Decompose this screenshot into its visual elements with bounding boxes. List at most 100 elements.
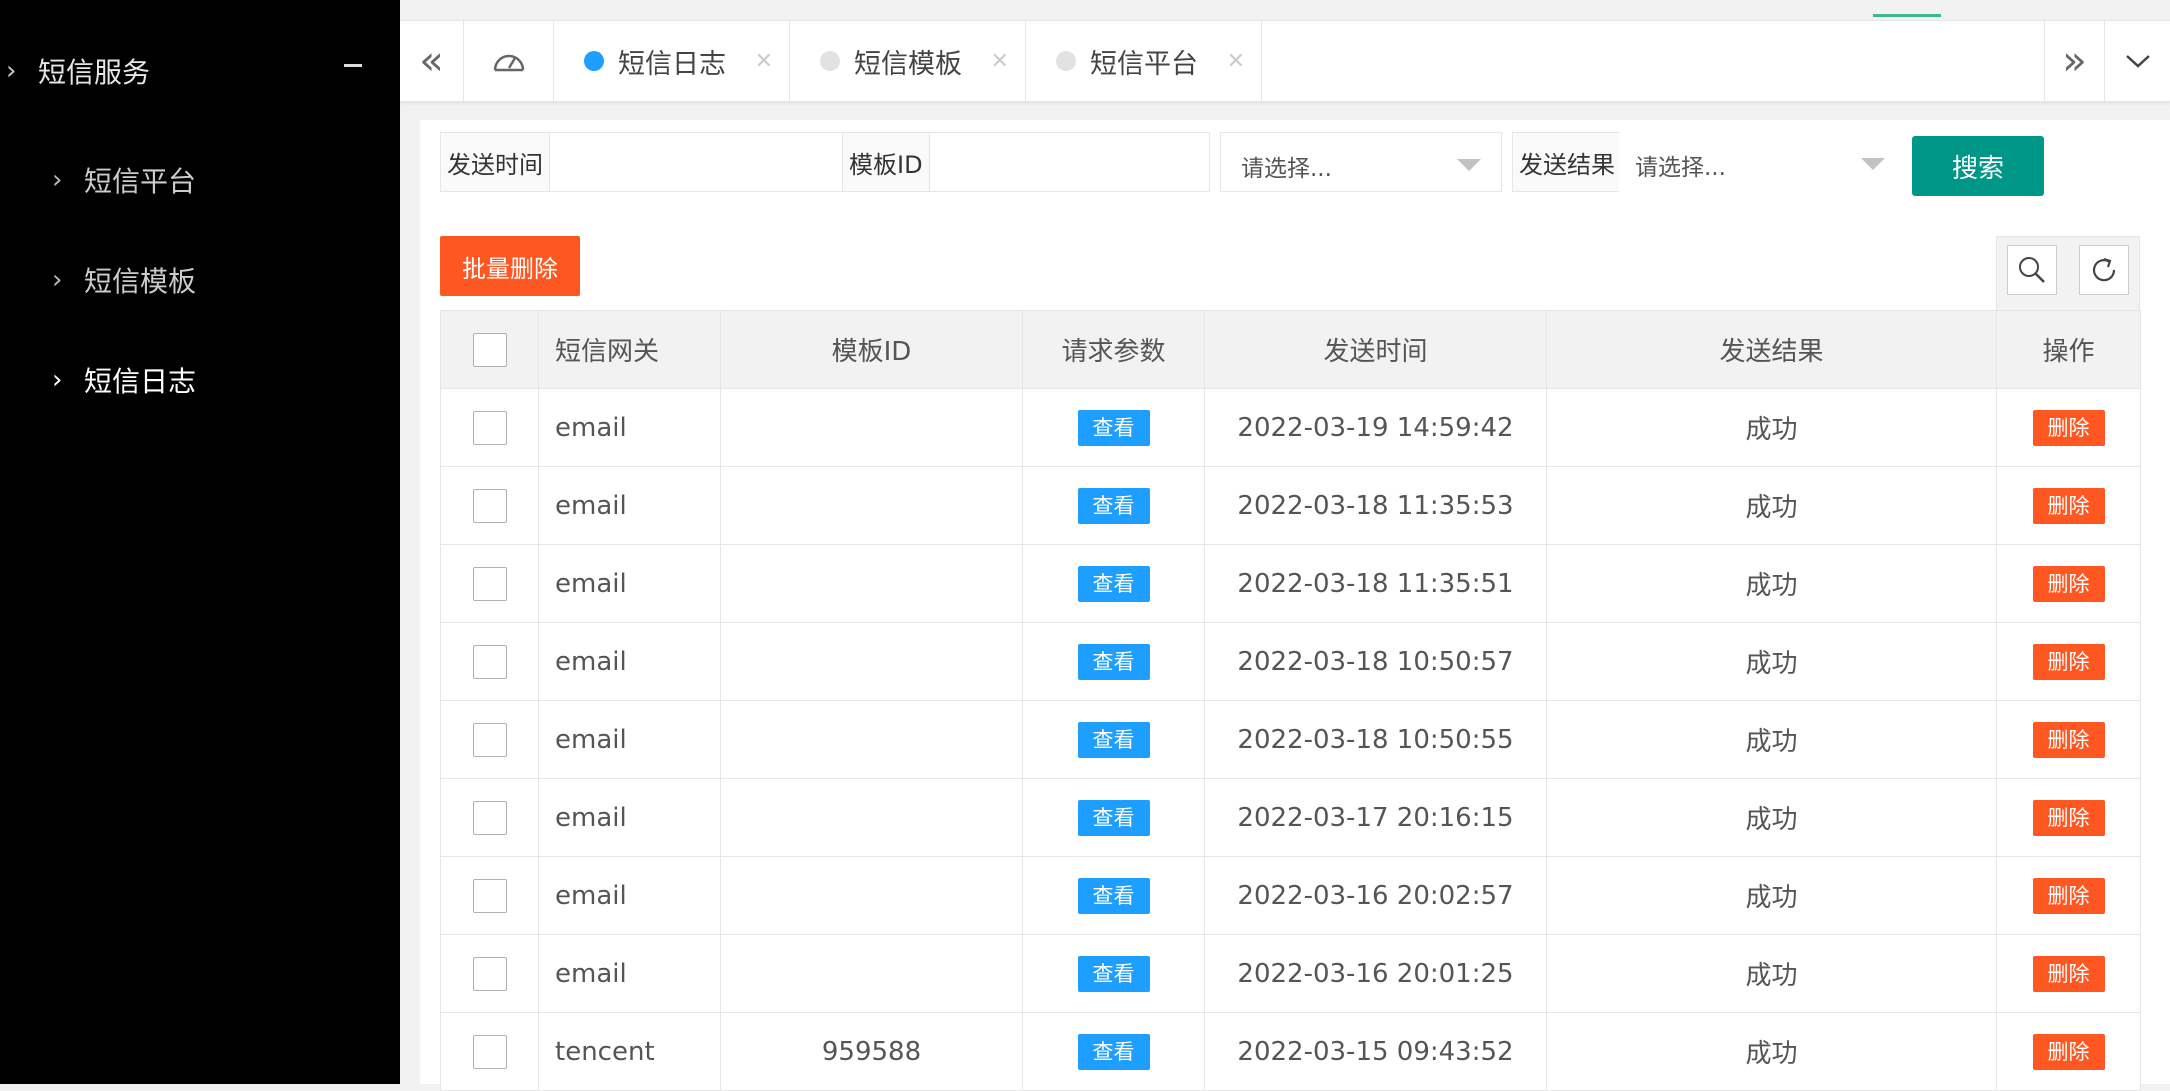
row-checkbox[interactable] [472,1034,507,1069]
tabs-scroll-left-button[interactable]: « [400,21,464,101]
template-id-field: 模板ID [842,132,1210,192]
view-button[interactable]: 查看 [1077,721,1150,758]
send-result-cell: 成功 [1546,778,1997,857]
delete-button[interactable]: 删除 [2032,955,2105,992]
close-icon[interactable]: ✕ [1227,49,1245,74]
double-chevron-right-icon: » [2062,38,2087,84]
row-checkbox[interactable] [472,956,507,991]
view-button[interactable]: 查看 [1077,409,1150,446]
gateway-cell: email [538,466,721,545]
column-header-template-id[interactable]: 模板ID [720,310,1023,389]
search-toggle-button[interactable] [2007,245,2057,295]
sidebar-group-sms-service[interactable]: › 短信服务 [0,40,400,102]
request-params-cell: 查看 [1022,700,1205,779]
template-id-cell [720,778,1023,857]
send-result-cell: 成功 [1546,544,1997,623]
delete-button[interactable]: 删除 [2032,643,2105,680]
select-all-checkbox[interactable] [472,332,507,367]
row-select-cell [440,700,539,779]
column-header-send-result[interactable]: 发送结果 [1546,310,1997,389]
row-checkbox[interactable] [472,488,507,523]
table-row: email 查看 2022-03-16 20:01:25 成功 删除 [440,934,2141,1013]
view-button[interactable]: 查看 [1077,877,1150,914]
table-row: email 查看 2022-03-19 14:59:42 成功 删除 [440,388,2141,467]
select-all-cell [440,310,539,389]
row-checkbox[interactable] [472,644,507,679]
view-button[interactable]: 查看 [1077,955,1150,992]
row-checkbox[interactable] [472,410,507,445]
row-checkbox[interactable] [472,800,507,835]
sidebar-group-label: 短信服务 [38,56,151,89]
row-checkbox[interactable] [472,878,507,913]
table-row: email 查看 2022-03-18 11:35:53 成功 删除 [440,466,2141,545]
dashboard-gauge-icon [493,54,524,72]
template-id-cell: 959588 [720,1012,1023,1091]
send-time-label: 发送时间 [441,133,550,191]
tabs-menu-button[interactable] [2104,21,2170,101]
gateway-cell: email [538,700,721,779]
top-accent-bar [1873,14,1941,17]
view-button[interactable]: 查看 [1077,799,1150,836]
send-time-cell: 2022-03-18 10:50:55 [1204,700,1547,779]
search-icon [2019,257,2045,283]
sidebar-item-sms-log[interactable]: › 短信日志 [0,348,400,412]
table-tools [1996,236,2140,310]
delete-button[interactable]: 删除 [2032,799,2105,836]
tab-sms-platform[interactable]: 短信平台 ✕ [1026,21,1262,101]
tab-status-dot [820,51,840,71]
delete-button[interactable]: 删除 [2032,877,2105,914]
send-time-cell: 2022-03-18 10:50:57 [1204,622,1547,701]
column-header-send-time[interactable]: 发送时间 [1204,310,1547,389]
template-id-input[interactable] [931,133,1209,191]
gateway-cell: email [538,934,721,1013]
actions-cell: 删除 [1996,388,2141,467]
refresh-button[interactable] [2079,245,2129,295]
view-button[interactable]: 查看 [1077,565,1150,602]
chevron-right-icon: › [6,56,17,86]
row-checkbox[interactable] [472,566,507,601]
delete-button[interactable]: 删除 [2032,409,2105,446]
sidebar-item-label: 短信模板 [84,265,197,298]
send-result-select[interactable]: 请选择... [1619,132,1905,192]
delete-button[interactable]: 删除 [2032,487,2105,524]
column-header-request-params[interactable]: 请求参数 [1022,310,1205,389]
template-id-cell [720,934,1023,1013]
close-icon[interactable]: ✕ [991,49,1009,74]
tab-label: 短信模板 [854,48,962,80]
send-result-cell: 成功 [1546,856,1997,935]
batch-delete-button[interactable]: 批量删除 [440,236,580,296]
actions-cell: 删除 [1996,856,2141,935]
close-icon[interactable]: ✕ [755,49,773,74]
search-button[interactable]: 搜索 [1912,136,2044,196]
row-select-cell [440,856,539,935]
send-result-cell: 成功 [1546,1012,1997,1091]
table-header-row: 短信网关 模板ID 请求参数 发送时间 发送结果 操作 [440,310,2141,389]
sidebar-item-sms-platform[interactable]: › 短信平台 [0,148,400,212]
delete-button[interactable]: 删除 [2032,565,2105,602]
send-time-cell: 2022-03-17 20:16:15 [1204,778,1547,857]
column-header-gateway[interactable]: 短信网关 [538,310,721,389]
view-button[interactable]: 查看 [1077,487,1150,524]
table-row: email 查看 2022-03-18 11:35:51 成功 删除 [440,544,2141,623]
delete-button[interactable]: 删除 [2032,1033,2105,1070]
collapse-icon[interactable] [344,64,362,67]
tab-sms-log[interactable]: 短信日志 ✕ [554,21,790,101]
send-time-input[interactable] [553,133,853,191]
tab-status-dot [584,51,604,71]
gateway-cell: email [538,622,721,701]
tab-sms-template[interactable]: 短信模板 ✕ [790,21,1026,101]
row-select-cell [440,466,539,545]
row-checkbox[interactable] [472,722,507,757]
filter-select[interactable]: 请选择... [1220,132,1502,192]
send-result-cell: 成功 [1546,466,1997,545]
request-params-cell: 查看 [1022,622,1205,701]
chevron-down-icon [2125,55,2150,68]
send-result-cell: 成功 [1546,934,1997,1013]
home-tab-button[interactable] [464,21,554,101]
view-button[interactable]: 查看 [1077,643,1150,680]
sidebar-item-label: 短信平台 [84,165,197,198]
tabs-scroll-right-button[interactable]: » [2044,21,2104,101]
sidebar-item-sms-template[interactable]: › 短信模板 [0,248,400,312]
view-button[interactable]: 查看 [1077,1033,1150,1070]
delete-button[interactable]: 删除 [2032,721,2105,758]
